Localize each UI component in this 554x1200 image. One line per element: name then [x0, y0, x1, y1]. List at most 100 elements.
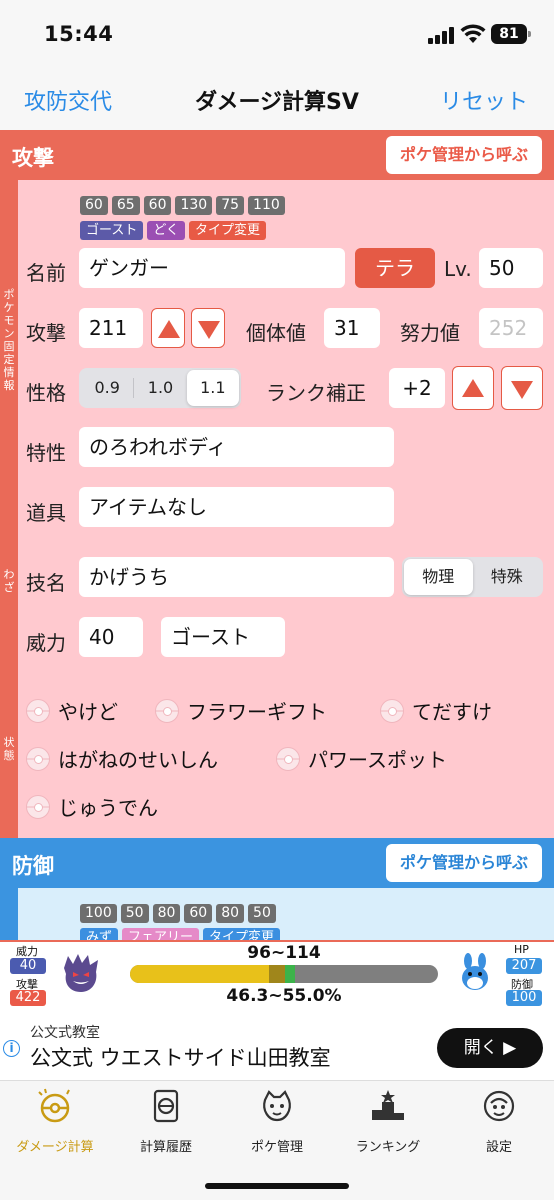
tab-label: ダメージ計算: [16, 1140, 94, 1155]
reset-button[interactable]: リセット: [440, 84, 528, 116]
hp-bar-damage-range: [268, 965, 286, 983]
attack-base-stats: 60 65 60 130 75 110: [80, 196, 285, 215]
ad-open-button[interactable]: 開く ▶: [437, 1028, 543, 1068]
category-special-option[interactable]: 特殊: [473, 559, 542, 595]
attack-call-from-box-button[interactable]: ポケ管理から呼ぶ: [386, 136, 542, 174]
tab-pokemon-box[interactable]: ポケ管理: [222, 1086, 332, 1155]
status-toggle-label: はがねのせいしん: [58, 748, 218, 772]
status-toggle-flower-gift[interactable]: フラワーギフト: [155, 696, 327, 725]
rank-label: ランク補正: [266, 381, 366, 405]
status-toggle-steely-spirit[interactable]: はがねのせいしん: [26, 744, 218, 773]
nature-segmented-control: 0.9 1.0 1.1: [79, 368, 241, 408]
tab-label: 設定: [485, 1140, 512, 1155]
arrow-down-icon: [198, 321, 220, 339]
nature-option-0.9[interactable]: 0.9: [81, 370, 133, 406]
pokeball-calc-icon: [38, 1088, 70, 1123]
status-toggle-charge[interactable]: じゅうでん: [26, 792, 158, 821]
battery-icon: 81: [491, 24, 531, 44]
attack-section-title: 攻撃: [12, 146, 54, 170]
pokeball-toggle-icon: [276, 746, 300, 771]
status-toggle-power-spot[interactable]: パワースポット: [276, 744, 447, 773]
move-category-segmented-control: 物理 特殊: [402, 557, 543, 597]
attack-types: ゴースト どく タイプ変更: [80, 221, 266, 240]
nature-label: 性格: [26, 381, 66, 405]
rank-up-button[interactable]: [452, 366, 494, 410]
hp-bar-remaining: [130, 965, 269, 983]
tera-button[interactable]: テラ: [355, 248, 435, 288]
swap-attack-defense-button[interactable]: 攻防交代: [24, 84, 112, 116]
attack-stat-input[interactable]: 211: [79, 308, 143, 348]
damage-percent-text: 46.3~55.0%: [226, 986, 342, 1006]
play-triangle-icon: ▶: [503, 1038, 517, 1058]
tab-ranking[interactable]: ランキング: [333, 1086, 443, 1155]
ability-label: 特性: [26, 441, 66, 465]
ad-sponsor: 公文式教室: [30, 1025, 100, 1041]
attack-stat-up-button[interactable]: [151, 308, 185, 348]
base-stat-spa: 130: [175, 196, 213, 215]
arrow-down-icon: [511, 381, 533, 399]
item-label: 道具: [26, 501, 66, 525]
status-toggle-helping-hand[interactable]: てだすけ: [380, 696, 492, 725]
result-attack-value: 422: [10, 990, 46, 1006]
type-badge-ghost: ゴースト: [80, 221, 144, 240]
defense-side-rail: [0, 888, 18, 948]
nature-option-1.1[interactable]: 1.1: [186, 370, 239, 406]
arrow-up-icon: [158, 320, 180, 338]
cellular-signal-icon: [428, 27, 454, 44]
result-power-label: 威力: [16, 945, 38, 958]
defense-call-from-box-button[interactable]: ポケ管理から呼ぶ: [386, 844, 542, 882]
iv-input[interactable]: 31: [324, 308, 380, 348]
tab-label: 計算履歴: [139, 1140, 192, 1155]
hp-bar: [130, 965, 438, 983]
pokemon-name-input[interactable]: ゲンガー: [79, 248, 345, 288]
rail-label-move: わざ: [3, 568, 15, 594]
attack-stat-down-button[interactable]: [191, 308, 225, 348]
pokemon-box-icon: [263, 1090, 291, 1122]
attack-stat-label: 攻撃: [26, 321, 66, 345]
type-change-button[interactable]: タイプ変更: [188, 221, 266, 240]
base-stat-spd: 75: [216, 196, 245, 215]
ad-title: 公文式 ウエストサイド山田教室: [30, 1046, 331, 1070]
move-label: 技名: [26, 571, 66, 595]
base-stat-spe: 50: [248, 904, 276, 923]
item-input[interactable]: アイテムなし: [79, 487, 394, 527]
rank-down-button[interactable]: [501, 366, 543, 410]
base-stat-hp: 60: [80, 196, 108, 215]
base-stat-spe: 110: [248, 196, 285, 215]
attack-section-header: 攻撃 ポケ管理から呼ぶ: [0, 130, 554, 180]
tab-settings[interactable]: 設定: [444, 1086, 554, 1155]
status-bar: 15:44 81: [0, 0, 554, 64]
status-toggle-label: パワースポット: [308, 748, 447, 772]
defense-section-header: 防御 ポケ管理から呼ぶ: [0, 838, 554, 888]
tab-history[interactable]: 計算履歴: [111, 1086, 221, 1155]
arrow-up-icon: [462, 379, 484, 397]
ev-input[interactable]: 252: [479, 308, 543, 348]
name-label: 名前: [26, 261, 66, 285]
nav-bar: ダメージ計算SV 攻防交代 リセット: [0, 64, 554, 130]
status-toggle-label: てだすけ: [412, 700, 492, 724]
category-physical-option[interactable]: 物理: [404, 559, 473, 595]
result-hp-value: 207: [506, 958, 542, 974]
power-label: 威力: [26, 631, 66, 655]
rail-label-fixed-info: ポケモン固定情報: [3, 288, 15, 392]
nature-option-1.0[interactable]: 1.0: [134, 370, 186, 406]
power-input[interactable]: 40: [79, 617, 143, 657]
ad-open-label: 開く: [463, 1038, 498, 1058]
gengar-sprite-icon: [64, 954, 98, 992]
defense-section-title: 防御: [12, 854, 54, 878]
ability-input[interactable]: のろわれボディ: [79, 427, 394, 467]
level-label: Lv.: [444, 257, 472, 281]
level-input[interactable]: 50: [479, 248, 543, 288]
ranking-icon: [372, 1090, 404, 1120]
status-toggle-label: やけど: [58, 700, 118, 724]
tab-damage-calc[interactable]: ダメージ計算: [0, 1086, 110, 1155]
result-hp-label: HP: [514, 943, 529, 956]
base-stat-def: 80: [152, 904, 181, 923]
result-power-value: 40: [10, 958, 46, 974]
ad-info-icon[interactable]: i: [3, 1040, 20, 1057]
move-type-select[interactable]: ゴースト: [161, 617, 285, 657]
base-stat-spd: 80: [216, 904, 245, 923]
move-name-input[interactable]: かげうち: [79, 557, 394, 597]
status-toggle-burn[interactable]: やけど: [26, 696, 118, 725]
rank-value[interactable]: +2: [389, 368, 445, 408]
